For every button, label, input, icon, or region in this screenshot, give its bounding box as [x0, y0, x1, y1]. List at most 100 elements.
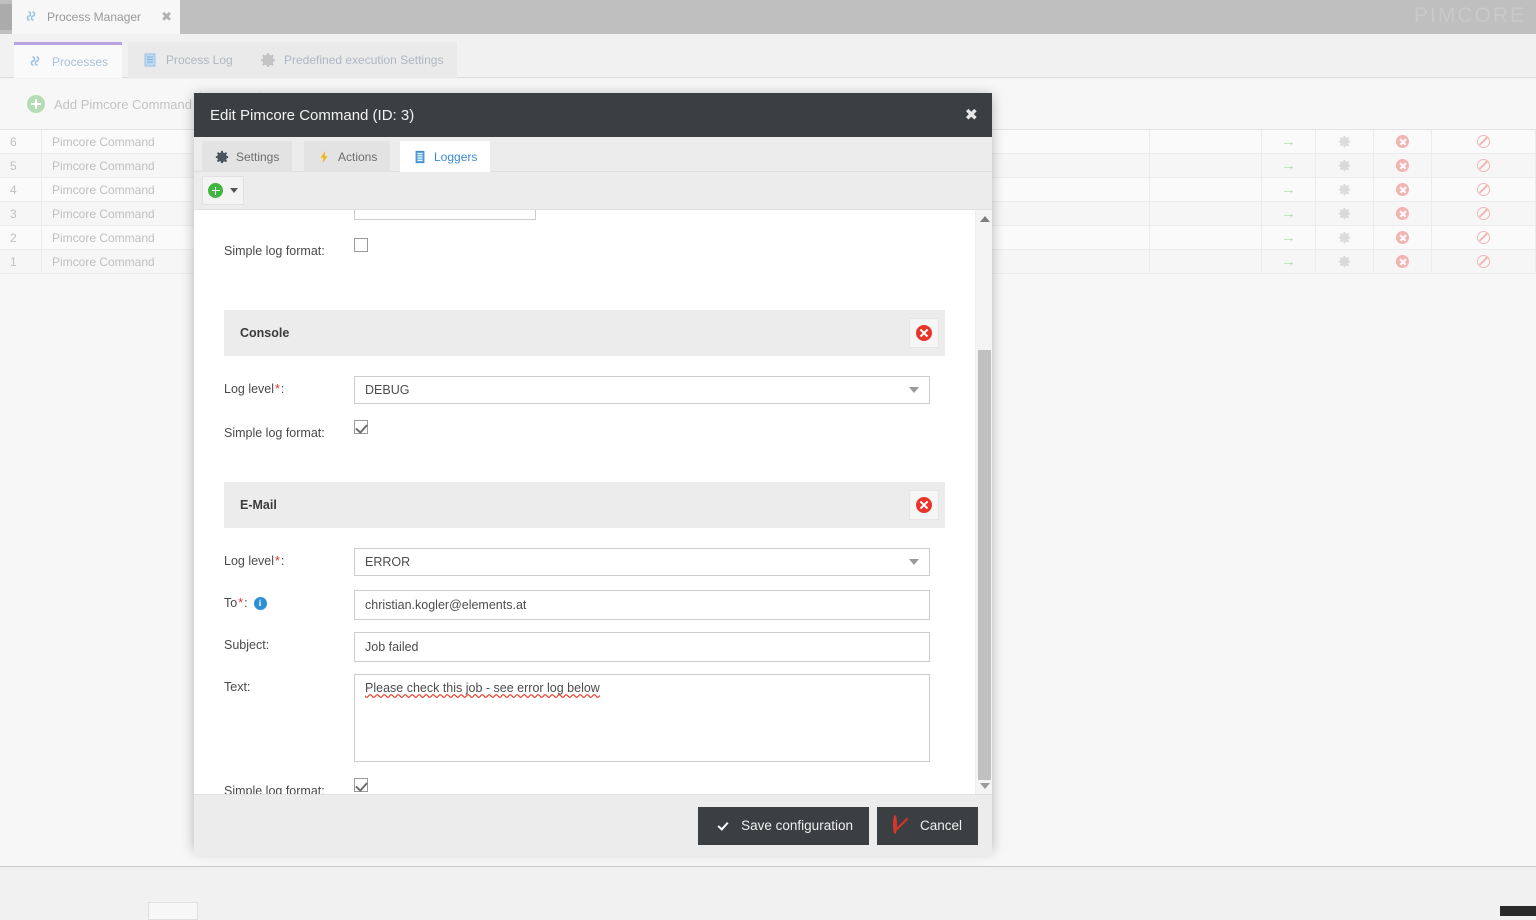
cell-delete — [1374, 130, 1432, 153]
delete-circle-icon[interactable] — [1396, 207, 1409, 220]
email-log-level-combo[interactable]: ERROR — [354, 548, 930, 576]
arrow-right-icon[interactable]: → — [1281, 206, 1296, 221]
partial-simple-log-format-label: Simple log format: — [224, 244, 325, 258]
required-marker: * — [275, 554, 280, 568]
ban-icon[interactable] — [1477, 135, 1490, 148]
delete-circle-icon[interactable] — [1396, 231, 1409, 244]
tab-predefined-execution-settings[interactable]: Predefined execution Settings — [246, 42, 458, 78]
close-icon[interactable]: ✖ — [965, 107, 978, 123]
ban-icon[interactable] — [1477, 159, 1490, 172]
cell-id: 6 — [0, 130, 42, 153]
ban-icon[interactable] — [1477, 231, 1490, 244]
cell-id: 4 — [0, 178, 42, 201]
email-log-level-row: Log level *: ERROR — [194, 548, 975, 576]
scroll-up-button[interactable] — [976, 210, 992, 227]
gear-icon[interactable] — [1338, 255, 1351, 268]
arrow-right-icon[interactable]: → — [1281, 254, 1296, 269]
bottom-dark-nub — [1500, 906, 1536, 916]
ban-icon[interactable] — [1477, 183, 1490, 196]
cell-enable-disable — [1432, 178, 1536, 201]
console-log-level-value: DEBUG — [365, 383, 410, 397]
ban-icon[interactable] — [1477, 207, 1490, 220]
cell-settings — [1316, 130, 1374, 153]
partial-simple-log-format-row: Simple log format: — [194, 238, 975, 258]
delete-circle-icon[interactable] — [1396, 255, 1409, 268]
email-to-input[interactable]: christian.kogler@elements.at — [354, 590, 930, 620]
gear-icon — [260, 52, 276, 68]
gear-icon[interactable] — [1338, 135, 1351, 148]
gear-icon — [215, 150, 229, 164]
delete-circle-icon — [916, 497, 932, 513]
ban-icon[interactable] — [1477, 255, 1490, 268]
email-subject-value: Job failed — [365, 640, 419, 654]
cell-execute: → — [1262, 154, 1316, 177]
dialog-scrollbar[interactable] — [975, 210, 992, 794]
delete-circle-icon[interactable] — [1396, 135, 1409, 148]
tab-settings[interactable]: Settings — [202, 141, 293, 172]
email-subject-input[interactable]: Job failed — [354, 632, 930, 662]
tab-predefined-label: Predefined execution Settings — [284, 53, 444, 67]
log-icon — [142, 52, 158, 68]
close-icon[interactable]: ✖ — [161, 11, 172, 24]
arrow-right-icon[interactable]: → — [1281, 134, 1296, 149]
gear-icon[interactable] — [1338, 183, 1351, 196]
processes-icon — [28, 54, 44, 70]
cell-cronjob — [1150, 130, 1262, 153]
cell-delete — [1374, 202, 1432, 225]
email-text-value: Please check this job - see error log be… — [365, 681, 600, 695]
delete-circle-icon[interactable] — [1396, 159, 1409, 172]
dialog-header: Edit Pimcore Command (ID: 3) ✖ — [194, 93, 992, 137]
chevron-down-icon — [909, 387, 919, 393]
console-simple-log-format-checkbox[interactable] — [354, 420, 368, 434]
cell-cronjob — [1150, 226, 1262, 249]
email-to-label: To *: i — [224, 590, 354, 610]
info-icon[interactable]: i — [253, 596, 267, 610]
cell-execute: → — [1262, 250, 1316, 273]
add-pimcore-command-button[interactable]: Add Pimcore Command — [14, 88, 205, 120]
cell-settings — [1316, 154, 1374, 177]
console-simple-log-format-label: Simple log format: — [224, 426, 325, 440]
arrow-right-icon[interactable]: → — [1281, 230, 1296, 245]
gear-icon[interactable] — [1338, 159, 1351, 172]
app-tab-process-manager[interactable]: Process Manager ✖ — [12, 0, 180, 34]
delete-circle-icon[interactable] — [1396, 183, 1409, 196]
arrow-right-icon[interactable]: → — [1281, 182, 1296, 197]
email-log-level-label-text: Log level — [224, 554, 275, 568]
cell-cronjob — [1150, 178, 1262, 201]
scroll-down-button[interactable] — [976, 777, 992, 794]
cancel-button[interactable]: Cancel — [876, 806, 978, 845]
save-configuration-button[interactable]: Save configuration — [698, 806, 869, 845]
gear-icon[interactable] — [1338, 207, 1351, 220]
cell-settings — [1316, 202, 1374, 225]
required-marker: * — [238, 596, 244, 610]
tabbar-left-nub — [0, 4, 12, 30]
tab-settings-label: Settings — [236, 149, 280, 164]
email-subject-label: Subject: — [224, 638, 270, 652]
add-logger-button[interactable] — [202, 176, 244, 205]
tab-process-log[interactable]: Process Log — [128, 42, 247, 78]
delete-email-logger-button[interactable] — [909, 490, 939, 520]
dialog-title: Edit Pimcore Command (ID: 3) — [210, 106, 415, 124]
cell-settings — [1316, 226, 1374, 249]
console-log-level-label-text: Log level — [224, 382, 275, 396]
scrollbar-thumb[interactable] — [978, 350, 991, 780]
console-log-level-combo[interactable]: DEBUG — [354, 376, 930, 404]
email-simple-log-format-checkbox[interactable] — [354, 778, 368, 792]
email-text-textarea[interactable]: Please check this job - see error log be… — [354, 674, 930, 762]
pimcore-logo: PIMCORE — [1413, 4, 1526, 27]
dialog-tab-bar: Settings Actions Loggers — [194, 137, 992, 172]
tab-loggers[interactable]: Loggers — [400, 141, 491, 172]
tab-actions[interactable]: Actions — [304, 141, 391, 172]
cell-delete — [1374, 226, 1432, 249]
process-manager-icon — [24, 9, 40, 25]
tab-processes[interactable]: Processes — [14, 42, 123, 78]
partial-log-level-combo[interactable] — [354, 210, 536, 220]
console-simple-log-format-row: Simple log format: — [194, 420, 975, 440]
pager-box[interactable] — [148, 902, 198, 920]
arrow-right-icon[interactable]: → — [1281, 158, 1296, 173]
cell-cronjob — [1150, 202, 1262, 225]
delete-console-logger-button[interactable] — [909, 318, 939, 348]
partial-simple-log-format-checkbox[interactable] — [354, 238, 368, 252]
gear-icon[interactable] — [1338, 231, 1351, 244]
save-configuration-label: Save configuration — [741, 818, 853, 833]
